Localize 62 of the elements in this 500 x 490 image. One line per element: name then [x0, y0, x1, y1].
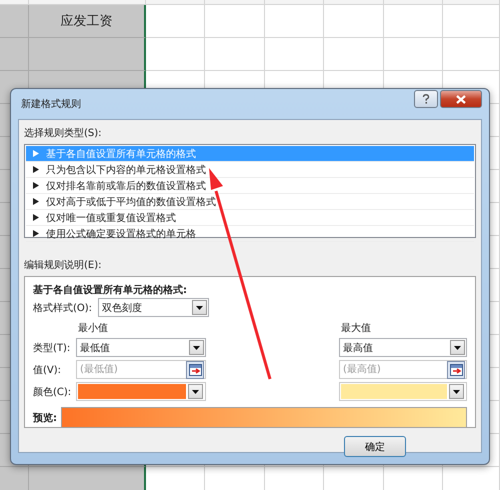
dropdown-button[interactable] [189, 340, 204, 355]
selected-cell [0, 5, 29, 38]
range-picker-icon [450, 364, 462, 376]
triangle-icon [33, 230, 39, 237]
dropdown[interactable]: 最高值 [339, 338, 467, 357]
column-heading: 最小值 [77, 322, 109, 335]
table-cell [265, 5, 324, 38]
table-cell [443, 38, 500, 71]
dropdown[interactable]: 最低值 [76, 338, 206, 357]
input-field[interactable]: (最低值) [77, 364, 186, 375]
caret-icon [193, 346, 200, 350]
value-field[interactable]: (最低值) [76, 360, 206, 379]
ok-button[interactable]: 确定 [344, 436, 406, 457]
dropdown-value: 最低值 [80, 342, 110, 354]
color-picker[interactable] [76, 382, 206, 401]
section-label: 选择规则类型(S): [24, 126, 103, 141]
caret-icon [196, 306, 204, 310]
caret-icon [454, 346, 461, 350]
preview-label: 预览: [33, 412, 57, 424]
table-cell [324, 5, 384, 38]
field-label: 类型(T): [33, 342, 72, 354]
table-cell [443, 5, 500, 38]
dropdown-button[interactable] [449, 384, 464, 399]
help-button[interactable] [414, 90, 438, 108]
list-item[interactable]: 只为包含以下内容的单元格设置格式 [26, 162, 474, 178]
column-heading: 最大值 [340, 322, 372, 335]
cell-reference-button[interactable] [447, 360, 465, 378]
field-label: 格式样式(O): [33, 302, 92, 314]
list-item[interactable]: 仅对高于或低于平均值的数值设置格式 [26, 194, 474, 210]
caret-icon [453, 390, 460, 394]
triangle-icon [33, 182, 39, 189]
dropdown[interactable]: 双色刻度 [98, 298, 210, 317]
table-cell [205, 5, 265, 38]
dropdown-button[interactable] [188, 384, 203, 399]
color-swatch[interactable] [341, 384, 447, 399]
list-item[interactable]: 使用公式确定要设置格式的单元格 [26, 226, 474, 242]
triangle-icon [33, 214, 39, 221]
dropdown-value: 双色刻度 [102, 302, 142, 314]
dropdown-button[interactable] [450, 340, 465, 355]
close-icon [456, 94, 466, 104]
color-swatch[interactable] [78, 384, 186, 399]
help-icon [422, 94, 430, 104]
field-label: 值(V): [33, 364, 62, 376]
range-picker-icon [188, 364, 202, 376]
selected-cell [0, 38, 29, 71]
close-button[interactable] [440, 90, 482, 108]
table-cell: 应发工资 [29, 5, 146, 38]
section-label: 编辑规则说明(E): [24, 258, 102, 273]
dropdown-value: 最高值 [343, 342, 373, 354]
table-cell [384, 5, 443, 38]
triangle-icon [33, 166, 39, 173]
cell-reference-button[interactable] [186, 360, 204, 378]
dropdown-button[interactable] [192, 300, 208, 315]
triangle-icon [33, 198, 39, 205]
caret-icon [192, 390, 199, 394]
field-label: 颜色(C): [33, 386, 72, 398]
triangle-icon [33, 150, 39, 157]
color-picker[interactable] [339, 382, 467, 401]
window-title: 新建格式规则 [20, 98, 82, 111]
description-heading: 基于各自值设置所有单元格的格式: [33, 284, 188, 297]
table-cell [146, 5, 205, 38]
list-item[interactable]: 仅对唯一值或重复值设置格式 [26, 210, 474, 226]
